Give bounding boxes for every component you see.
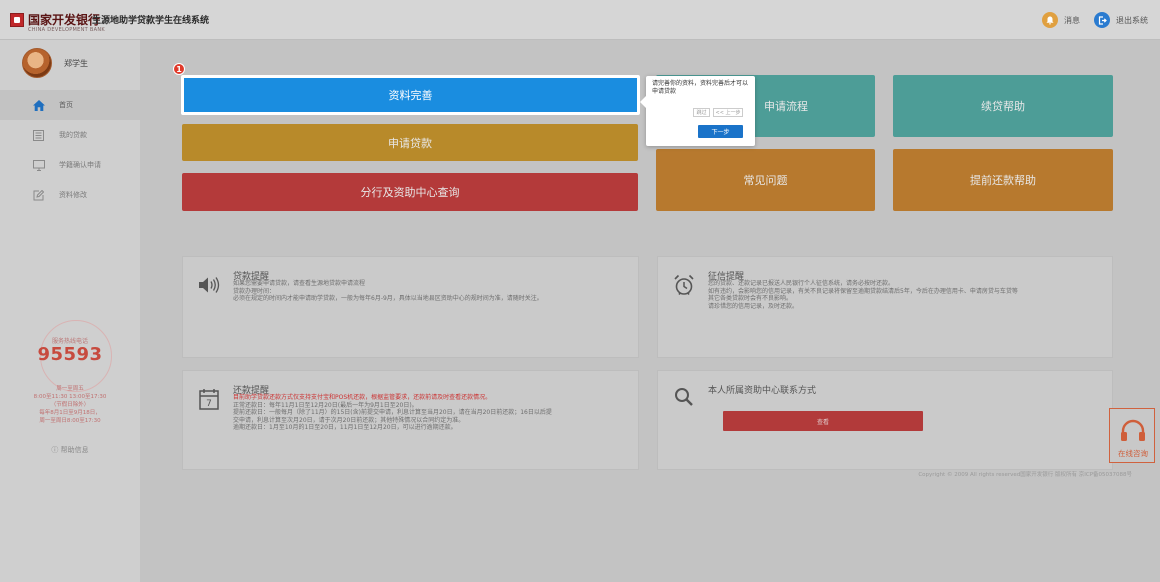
hours-line: 每年8月1日至9月18日， xyxy=(39,410,101,416)
copyright: Copyright © 2009 All rights reserved国家开发… xyxy=(918,472,1132,478)
guide-step-badge: 1 xyxy=(173,63,185,75)
sidebar-item-home[interactable]: 首页 xyxy=(0,90,140,120)
hotline-number: 95593 xyxy=(37,344,103,365)
next-step-button[interactable]: 下一步 xyxy=(698,125,743,138)
faq-tile[interactable]: 常见问题 xyxy=(656,149,875,211)
top-right-actions: 消息 退出系统 xyxy=(1042,10,1148,30)
card-body: 您的贷款、还款记录已报送人民银行个人征信系统，请务必按时还款。 如有违约，会影响… xyxy=(708,280,1102,310)
guide-text: 请完善你的资料，资料完善后才可以申请贷款 xyxy=(652,80,749,95)
bank-logo-icon xyxy=(10,13,24,27)
sidebar-item-my-loans[interactable]: 我的贷款 xyxy=(0,120,140,150)
headset-icon xyxy=(1121,419,1145,441)
alarm-clock-icon xyxy=(672,273,696,297)
hours-line: 周一至周五 xyxy=(56,386,84,392)
card-line: 逾期还款日：1月至10月的1日至20日，11月1日至12月20日，可以进行逾期还… xyxy=(233,424,457,431)
sidebar-item-label: 资料修改 xyxy=(59,191,87,199)
messages-link[interactable]: 消息 xyxy=(1064,15,1080,26)
card-line: 如果您需要申请贷款，请查看生源地贷款申请流程 xyxy=(233,280,366,287)
renewal-help-tile[interactable]: 续贷帮助 xyxy=(893,75,1113,137)
service-hours: 周一至周五 8:00至11:30 13:00至17:30 （节假日除外） 每年8… xyxy=(4,385,136,425)
repay-reminder-card: 7 还款提醒 目前助学贷款还款方式仅支持支付宝和POS机还款，根据监管要求，还款… xyxy=(182,370,639,470)
logout-link[interactable]: 退出系统 xyxy=(1116,15,1148,26)
sidebar-item-label: 我的贷款 xyxy=(59,131,87,139)
profile-complete-tile[interactable]: 资料完善 xyxy=(181,75,640,115)
card-title: 本人所属资助中心联系方式 xyxy=(708,386,817,396)
prev-step-button[interactable]: << 上一步 xyxy=(713,108,743,117)
credit-reminder-card: 征信提醒 您的贷款、还款记录已报送人民银行个人征信系统，请务必按时还款。 如有违… xyxy=(657,256,1113,358)
view-contact-button[interactable]: 查看 xyxy=(723,411,923,431)
calendar-day: 7 xyxy=(206,399,212,409)
system-name: 生源地助学贷款学生在线系统 xyxy=(92,16,210,26)
card-line: 正常还款日：每年11月1日至12月20日(最后一年为9月1日至20日)。 xyxy=(233,401,418,409)
info-icon: ⓘ xyxy=(51,446,59,454)
top-bar: 国家开发银行 CHINA DEVELOPMENT BANK 生源地助学贷款学生在… xyxy=(0,0,1160,40)
sidebar-item-label: 学籍确认申请 xyxy=(59,161,101,169)
card-body: 如果您需要申请贷款，请查看生源地贷款申请流程 贷款办理时间： 必须在规定的时间内… xyxy=(233,280,628,303)
card-line: 其它各类贷款时会有不良影响。 xyxy=(708,295,793,302)
help-link-label: 帮助信息 xyxy=(60,446,89,454)
apply-loan-tile[interactable]: 申请贷款 xyxy=(182,124,638,161)
loan-reminder-card: 贷款提醒 如果您需要申请贷款，请查看生源地贷款申请流程 贷款办理时间： 必须在规… xyxy=(182,256,639,358)
sidebar: 郑学生 首页 我的贷款 学籍确认申请 资料修改 服务热线电话 95593 周一至… xyxy=(0,40,140,582)
sidebar-item-enrollment[interactable]: 学籍确认申请 xyxy=(0,150,140,180)
edit-icon xyxy=(32,189,45,202)
branch-query-tile[interactable]: 分行及资助中心查询 xyxy=(182,173,638,211)
help-link[interactable]: ⓘ 帮助信息 xyxy=(0,445,140,455)
home-icon xyxy=(32,99,45,112)
online-consult-button[interactable]: 在线咨询 xyxy=(1109,408,1155,463)
bank-subtitle: CHINA DEVELOPMENT BANK xyxy=(28,27,105,33)
card-line: 如有违约，会影响您的信用记录，有关不良记录将保留至逾期贷款结清后5年，今后在办理… xyxy=(708,287,1018,295)
list-icon xyxy=(32,129,45,142)
calendar-icon: 7 xyxy=(197,387,221,411)
avatar[interactable] xyxy=(22,48,52,78)
card-line: 交申请，利息计算至次月20日，请于次月20日前还款；其他特殊情况以合同约定为准。 xyxy=(233,416,465,424)
card-line: 提前还款日：一般每月（除了11月）的15日(含)前提交申请，利息计算至当月20日… xyxy=(233,409,552,416)
username: 郑学生 xyxy=(64,58,88,68)
card-warning: 目前助学贷款还款方式仅支持支付宝和POS机还款，根据监管要求，还款前请及时查看还… xyxy=(233,394,492,401)
card-line: 必须在规定的时间内才能申请助学贷款，一般为每年6月-9月，具体以当地县区资助中心… xyxy=(233,295,543,302)
hours-line: 8:00至11:30 13:00至17:30 xyxy=(33,394,107,400)
prepay-help-tile[interactable]: 提前还款帮助 xyxy=(893,149,1113,211)
skip-button[interactable]: 跳过 xyxy=(693,108,710,117)
sidebar-item-label: 首页 xyxy=(59,101,73,109)
tooltip-arrow xyxy=(640,96,646,108)
card-line: 贷款办理时间： xyxy=(233,287,276,295)
guide-tooltip: 请完善你的资料，资料完善后才可以申请贷款 跳过 << 上一步 下一步 xyxy=(640,76,755,146)
contact-card: 本人所属资助中心联系方式 查看 xyxy=(657,370,1113,470)
sidebar-item-edit-profile[interactable]: 资料修改 xyxy=(0,180,140,210)
speaker-icon xyxy=(197,273,221,297)
hours-line: （节假日除外） xyxy=(50,402,90,408)
hours-line: 周一至周日8:00至17:30 xyxy=(39,418,101,424)
desktop-icon xyxy=(32,159,45,172)
search-icon xyxy=(672,385,696,409)
logout-icon[interactable] xyxy=(1094,12,1110,28)
card-line: 请珍惜您的信用记录，及时还款。 xyxy=(708,302,799,310)
card-body: 目前助学贷款还款方式仅支持支付宝和POS机还款，根据监管要求，还款前请及时查看还… xyxy=(233,394,628,432)
online-consult-label: 在线咨询 xyxy=(1118,449,1148,458)
bell-icon[interactable] xyxy=(1042,12,1058,28)
user-info: 郑学生 xyxy=(22,48,88,78)
card-line: 您的贷款、还款记录已报送人民银行个人征信系统，请务必按时还款。 xyxy=(708,280,895,287)
bank-name: 国家开发银行 xyxy=(28,13,101,27)
sidebar-nav: 首页 我的贷款 学籍确认申请 资料修改 xyxy=(0,90,140,210)
